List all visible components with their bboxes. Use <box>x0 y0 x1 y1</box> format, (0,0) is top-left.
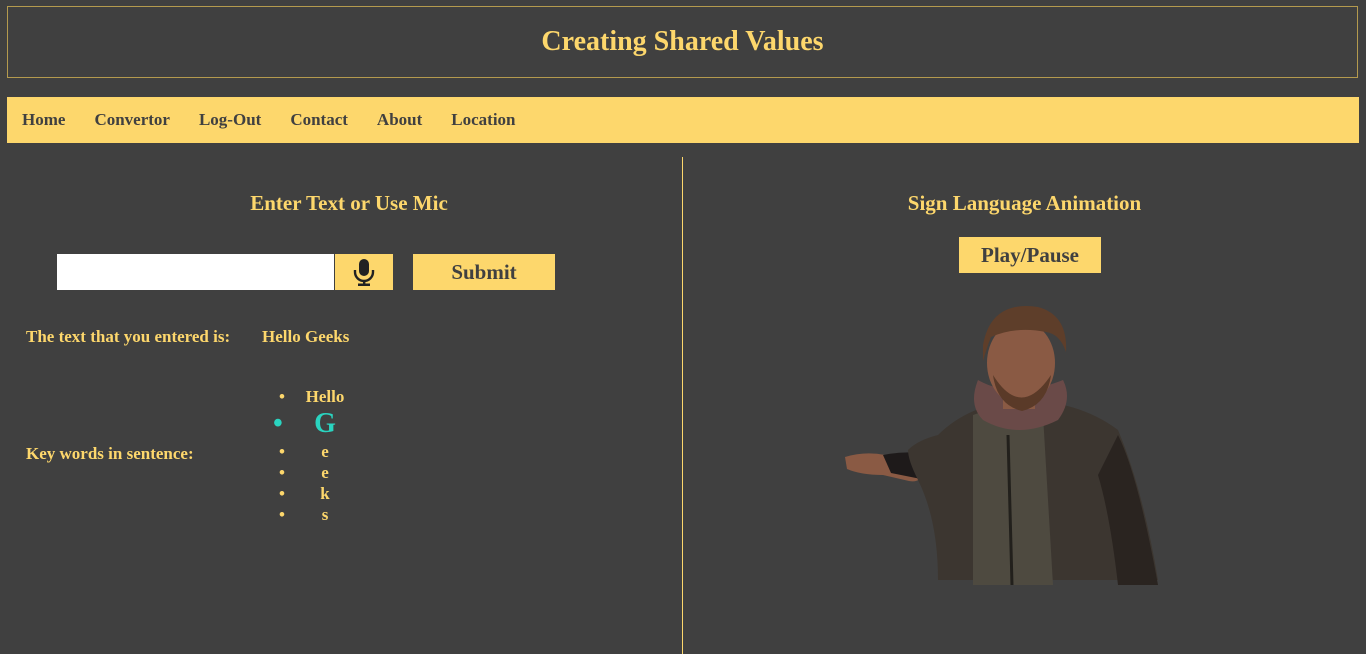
nav-link-home[interactable]: Home <box>22 110 65 130</box>
keyword-item: • k <box>279 484 330 503</box>
nav-link-location[interactable]: Location <box>451 110 515 130</box>
nav-link-log-out[interactable]: Log-Out <box>199 110 261 130</box>
submit-button[interactable]: Submit <box>413 254 555 290</box>
keyword-item: • Hello <box>279 387 345 406</box>
text-input[interactable] <box>57 254 334 290</box>
keyword-text: Hello <box>305 387 345 406</box>
microphone-icon <box>353 259 375 286</box>
column-divider <box>682 157 683 654</box>
nav-bar: Home Convertor Log-Out Contact About Loc… <box>7 97 1359 143</box>
keyword-item: • s <box>279 505 329 524</box>
play-pause-button[interactable]: Play/Pause <box>959 237 1101 273</box>
keyword-item: • e <box>279 463 329 482</box>
keyword-text: e <box>321 442 329 461</box>
entered-text-value: Hello Geeks <box>262 327 350 346</box>
page-title: Creating Shared Values <box>541 26 824 57</box>
keywords-label: Key words in sentence: <box>26 444 194 463</box>
nav-link-convertor[interactable]: Convertor <box>94 110 170 130</box>
keyword-text: s <box>321 505 329 524</box>
mic-button[interactable] <box>335 254 393 290</box>
nav-link-about[interactable]: About <box>377 110 422 130</box>
keyword-text: e <box>321 463 329 482</box>
entered-text-label: The text that you entered is: <box>26 327 231 346</box>
keyword-item: • e <box>279 442 329 461</box>
keyword-item-active: • G <box>273 408 336 439</box>
keyword-text: k <box>320 484 330 503</box>
input-section-title: Enter Text or Use Mic <box>250 191 448 215</box>
site-header: Creating Shared Values <box>7 6 1358 78</box>
keyword-text: G <box>314 408 336 439</box>
nav-link-contact[interactable]: Contact <box>290 110 348 130</box>
keyword-list: • Hello • G • e • e • k • s <box>270 386 380 525</box>
sign-language-avatar <box>845 306 1158 585</box>
animation-section-title: Sign Language Animation <box>907 191 1142 215</box>
